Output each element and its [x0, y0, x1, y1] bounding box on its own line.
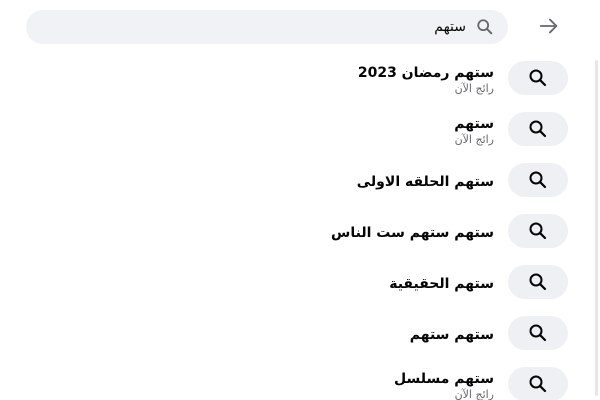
suggestion-item[interactable]: ستهم رائج الآن [0, 109, 600, 160]
suggestion-text: ستهم رمضان 2023 رائج الآن [134, 58, 494, 102]
suggestion-item[interactable]: ستهم ستهم ست الناس [0, 211, 600, 262]
search-icon [508, 214, 568, 248]
search-icon [508, 316, 568, 350]
suggestion-text: ستهم ستهم ست الناس [134, 211, 494, 255]
search-icon [508, 61, 568, 95]
suggestion-item[interactable]: ستهم رمضان 2023 رائج الآن [0, 58, 600, 109]
suggestion-text: ستهم رائج الآن [134, 109, 494, 153]
suggestion-title: ستهم الحقيقية [389, 276, 494, 292]
suggestion-text: ستهم ستهم [134, 313, 494, 357]
suggestion-item[interactable]: ستهم الحلقه الاولى [0, 160, 600, 211]
search-bar[interactable] [26, 10, 508, 44]
suggestion-subtext: رائج الآن [454, 133, 494, 146]
suggestion-subtext: رائج الآن [454, 388, 494, 400]
suggestion-title: ستهم رمضان 2023 [357, 65, 494, 81]
arrow-right-icon [538, 15, 560, 41]
search-input[interactable] [46, 15, 466, 39]
suggestion-list: ستهم رمضان 2023 رائج الآن ستهم رائج الآن… [0, 58, 600, 400]
suggestion-title: ستهم الحلقه الاولى [356, 174, 494, 190]
suggestion-item[interactable]: ستهم الحقيقية [0, 262, 600, 313]
search-icon [508, 265, 568, 299]
search-icon [508, 112, 568, 146]
suggestion-item[interactable]: ستهم ستهم [0, 313, 600, 364]
search-icon [476, 18, 494, 36]
search-icon [508, 367, 568, 400]
search-icon [508, 163, 568, 197]
suggestion-text: ستهم مسلسل رائج الآن [134, 364, 494, 400]
suggestion-title: ستهم مسلسل [394, 371, 494, 387]
suggestion-item[interactable]: ستهم مسلسل رائج الآن [0, 364, 600, 400]
suggestion-title: ستهم ستهم [409, 327, 494, 343]
suggestion-subtext: رائج الآن [454, 82, 494, 95]
scrollbar[interactable] [595, 60, 598, 396]
suggestion-title: ستهم ستهم ست الناس [331, 225, 494, 241]
suggestion-text: ستهم الحلقه الاولى [134, 160, 494, 204]
back-button[interactable] [535, 14, 563, 42]
search-suggestions-page: ستهم رمضان 2023 رائج الآن ستهم رائج الآن… [0, 0, 600, 400]
suggestion-text: ستهم الحقيقية [134, 262, 494, 306]
suggestion-title: ستهم [454, 116, 494, 132]
